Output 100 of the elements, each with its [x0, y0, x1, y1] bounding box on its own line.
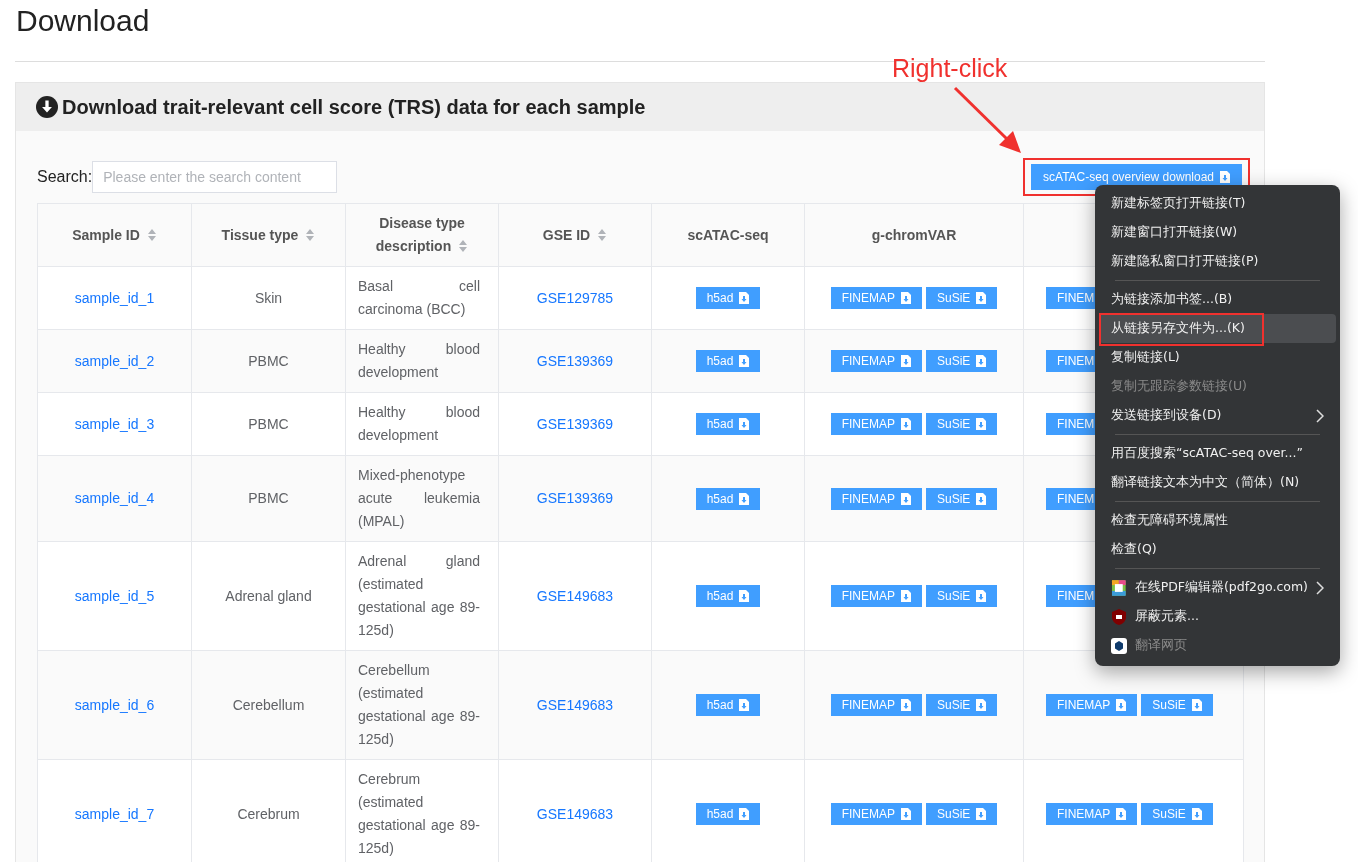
- translate-icon: [1111, 637, 1127, 654]
- column-header[interactable]: Sample ID: [37, 203, 192, 267]
- download-button[interactable]: h5ad: [695, 413, 761, 435]
- file-download-icon: [1220, 171, 1230, 183]
- file-download-icon: [976, 699, 987, 711]
- file-download-icon: [976, 492, 987, 505]
- sort-icon[interactable]: [146, 227, 157, 242]
- file-download-icon: [739, 808, 750, 820]
- sort-icon[interactable]: [597, 227, 608, 242]
- sort-icon[interactable]: [458, 239, 469, 253]
- description-text: Healthy blood development: [358, 404, 480, 443]
- download-button[interactable]: FINEMAP: [1046, 803, 1138, 825]
- panel-title: Download trait-relevant cell score (TRS) data for each sample: [62, 95, 646, 119]
- description-text: Cerebellum (estimated gestational age 89-125d): [358, 662, 480, 747]
- file-download-icon: [901, 699, 911, 711]
- gse-link[interactable]: GSE149683: [536, 587, 614, 604]
- search-label: Search:: [37, 168, 93, 186]
- sample-link[interactable]: sample_id_1: [74, 289, 155, 306]
- download-button[interactable]: h5ad: [695, 287, 761, 309]
- download-button[interactable]: SuSiE: [1141, 694, 1213, 716]
- download-button[interactable]: FINEMAP: [1046, 694, 1138, 716]
- tissue-text: Skin: [254, 289, 283, 306]
- file-download-icon: [976, 808, 987, 820]
- download-button[interactable]: SuSiE: [926, 350, 998, 372]
- file-download-icon: [901, 808, 911, 820]
- download-button[interactable]: SuSiE: [926, 287, 998, 309]
- download-button[interactable]: FINEMAP: [830, 287, 922, 309]
- sample-link[interactable]: sample_id_4: [74, 490, 155, 506]
- file-download-icon: [739, 492, 750, 505]
- sample-link[interactable]: sample_id_5: [74, 587, 155, 604]
- file-download-icon: [1116, 808, 1127, 820]
- gse-link[interactable]: GSE139369: [536, 352, 614, 369]
- column-header[interactable]: GSE ID: [498, 203, 652, 267]
- menu-item[interactable]: 检查(Q): [1099, 535, 1336, 564]
- sample-link[interactable]: sample_id_2: [74, 352, 155, 369]
- file-download-icon: [739, 355, 750, 367]
- file-download-icon: [976, 418, 987, 430]
- description-text: Basal cell carcinoma (BCC): [358, 278, 480, 317]
- gse-link[interactable]: GSE129785: [536, 289, 614, 306]
- download-button[interactable]: SuSiE: [926, 413, 998, 435]
- tissue-text: PBMC: [248, 415, 289, 432]
- column-header[interactable]: Disease type description: [345, 203, 499, 267]
- sample-link[interactable]: sample_id_6: [74, 696, 155, 713]
- tissue-text: Adrenal gland: [225, 587, 312, 604]
- search-field[interactable]: Please enter the search content: [92, 161, 338, 193]
- file-download-icon: [901, 590, 911, 602]
- download-icon: [36, 96, 58, 118]
- column-header: g-chromVAR: [804, 203, 1024, 267]
- download-button[interactable]: SuSiE: [926, 694, 998, 716]
- tissue-text: Cerebrum: [237, 805, 300, 822]
- tissue-text: PBMC: [248, 490, 289, 506]
- gse-link[interactable]: GSE149683: [536, 696, 614, 713]
- menu-item[interactable]: 新建隐私窗口打开链接(P): [1099, 247, 1336, 276]
- download-button[interactable]: FINEMAP: [830, 350, 922, 372]
- file-download-icon: [739, 699, 750, 711]
- download-button[interactable]: h5ad: [695, 350, 761, 372]
- chevron-right-icon: [1316, 408, 1324, 423]
- annotation-text: Right-click: [892, 54, 1008, 83]
- gse-link[interactable]: GSE149683: [536, 805, 614, 822]
- menu-item[interactable]: 新建标签页打开链接(T): [1099, 189, 1336, 218]
- description-text: Mixed-phenotype acute leukemia (MPAL): [358, 467, 480, 529]
- download-button[interactable]: FINEMAP: [830, 585, 922, 607]
- download-button[interactable]: SuSiE: [926, 487, 998, 510]
- download-button[interactable]: FINEMAP: [830, 694, 922, 716]
- download-button[interactable]: h5ad: [695, 585, 761, 607]
- file-download-icon: [901, 418, 911, 430]
- sample-link[interactable]: sample_id_7: [74, 805, 155, 822]
- download-button[interactable]: FINEMAP: [830, 803, 922, 825]
- description-text: Healthy blood development: [358, 341, 480, 380]
- file-download-icon: [976, 292, 987, 304]
- download-button[interactable]: h5ad: [695, 803, 761, 825]
- menu-item[interactable]: 从链接另存文件为...(K): [1099, 314, 1336, 343]
- tissue-text: PBMC: [248, 352, 289, 369]
- download-button[interactable]: SuSiE: [926, 585, 998, 607]
- file-download-icon: [976, 355, 987, 367]
- tissue-text: Cerebellum: [232, 696, 305, 713]
- file-download-icon: [1116, 699, 1127, 711]
- download-button[interactable]: SuSiE: [1141, 803, 1213, 825]
- description-text: Adrenal gland (estimated gestational age 89-125d): [358, 553, 480, 638]
- sample-link[interactable]: sample_id_3: [74, 415, 155, 432]
- menu-item[interactable]: 新建窗口打开链接(W): [1099, 218, 1336, 247]
- annotation-arrow: [953, 86, 1021, 153]
- description-text: Cerebrum (estimated gestational age 89-125d): [358, 771, 480, 856]
- app-icon: [1111, 579, 1127, 596]
- download-button[interactable]: h5ad: [695, 487, 761, 510]
- gse-link[interactable]: GSE139369: [536, 490, 614, 506]
- file-download-icon: [739, 590, 750, 602]
- download-button[interactable]: SuSiE: [926, 803, 998, 825]
- gse-link[interactable]: GSE139369: [536, 415, 614, 432]
- file-download-icon: [976, 590, 987, 602]
- column-header[interactable]: Tissue type: [191, 203, 346, 267]
- download-button[interactable]: h5ad: [695, 694, 761, 716]
- menu-item[interactable]: 用百度搜索“scATAC-seq over...”: [1099, 439, 1336, 468]
- download-button[interactable]: FINEMAP: [830, 413, 922, 435]
- file-download-icon: [901, 292, 911, 304]
- file-download-icon: [1191, 808, 1202, 820]
- file-download-icon: [1191, 699, 1202, 711]
- download-button[interactable]: FINEMAP: [830, 487, 922, 510]
- file-download-icon: [901, 492, 911, 505]
- sort-icon[interactable]: [305, 227, 316, 242]
